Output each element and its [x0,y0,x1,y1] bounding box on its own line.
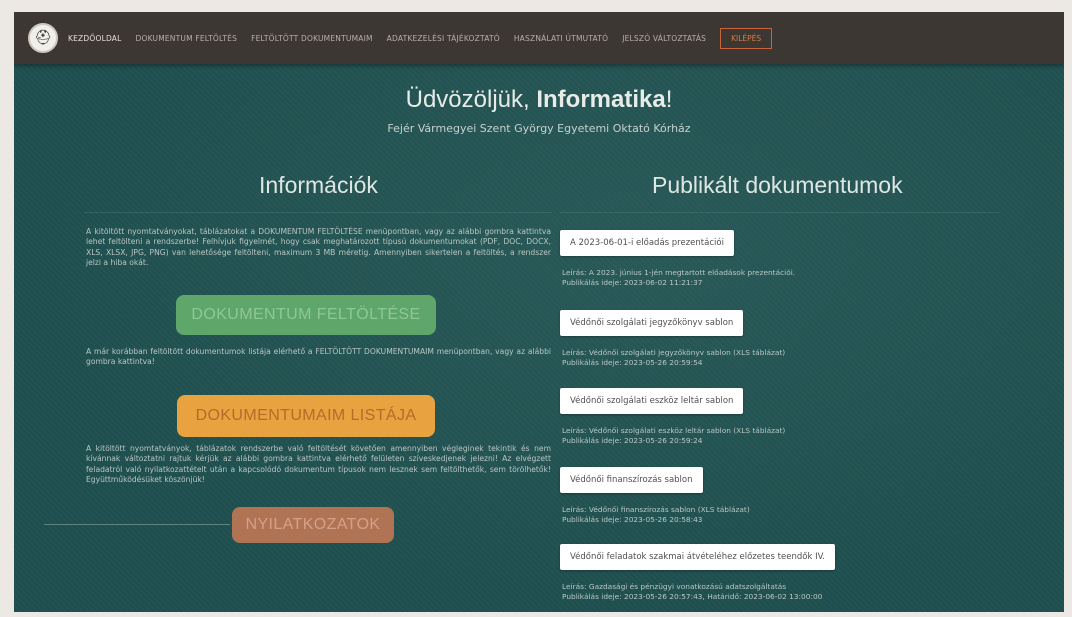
logout-button[interactable]: KILÉPÉS [720,27,773,49]
nav-home[interactable]: KEZDŐOLDAL [68,34,122,43]
institution-name: Fejér Vármegyei Szent György Egyetemi Ok… [387,122,691,135]
info-paragraph-2-wrap: A már korábban feltöltött dokumentumok l… [86,347,551,368]
doc-description: Leírás: Védőnői szolgálati jegyzőkönyv s… [562,348,786,357]
info-paragraph-3: A kitöltött nyomtatványok, táblázatok re… [86,444,551,485]
welcome-username: Informatika [536,86,666,113]
nav-privacy-notice[interactable]: ADATKEZELÉSI TÁJÉKOZTATÓ [387,34,500,43]
info-paragraph-1-wrap: A kitöltött nyomtatványokat, táblázatoka… [86,227,551,269]
nav-change-password[interactable]: JELSZÓ VÁLTOZTATÁS [622,34,706,43]
upload-document-button[interactable]: DOKUMENTUM FELTÖLTÉSE [176,295,436,335]
doc-meta: Leírás: Gazdasági és pénzügyi vonatkozás… [562,582,835,602]
doc-item: Védőnői feladatok szakmai átvételéhez el… [560,544,835,602]
info-section-title: Információk [259,172,378,198]
doc-publish-date: Publikálás ideje: 2023-05-26 20:59:24 [562,435,703,445]
doc-description: Leírás: Gazdasági és pénzügyi vonatkozás… [562,582,787,591]
nav-user-guide[interactable]: HASZNÁLATI ÚTMUTATÓ [514,34,608,43]
welcome-suffix: ! [665,86,673,113]
logo-icon[interactable]: ⛑ [28,23,58,53]
welcome-prefix: Üdvözöljük, [405,86,537,113]
doc-publish-date: Publikálás ideje: 2023-05-26 20:59:54 [562,357,703,367]
doc-description: Leírás: A 2023. június 1-jén megtartott … [562,268,796,277]
doc-publish-date: Publikálás ideje: 2023-05-26 20:58:43 [562,514,703,524]
doc-meta: Leírás: A 2023. június 1-jén megtartott … [562,268,795,288]
doc-description: Leírás: Védőnői finanszírozás sablon (XL… [562,505,750,514]
doc-publish-date: Publikálás ideje: 2023-05-26 20:57:43, H… [562,591,823,601]
info-paragraph-1: A kitöltött nyomtatványokat, táblázatoka… [86,227,551,268]
info-paragraph-3-wrap: A kitöltött nyomtatványok, táblázatok re… [86,444,551,486]
doc-meta: Leírás: Védőnői szolgálati eszköz leltár… [562,426,785,446]
welcome-heading: Üdvözöljük, Informatika! [14,86,1064,114]
doc-item: Védőnői szolgálati jegyzőkönyv sablon Le… [560,310,785,368]
info-paragraph-2: A már korábban feltöltött dokumentumok l… [86,347,551,367]
top-navbar: ⛑ KEZDŐOLDAL DOKUMENTUM FELTÖLTÉS FELTÖL… [14,12,1064,64]
nav-document-upload[interactable]: DOKUMENTUM FELTÖLTÉS [136,34,238,43]
doc-title-link[interactable]: A 2023-06-01-i előadás prezentációi [560,230,734,256]
doc-title-link[interactable]: Védőnői feladatok szakmai átvételéhez el… [560,544,835,570]
doc-title-link[interactable]: Védőnői szolgálati eszköz leltár sablon [560,388,744,414]
nav-uploaded-documents[interactable]: FELTÖLTÖTT DOKUMENTUMAIM [251,34,373,43]
doc-meta: Leírás: Védőnői szolgálati jegyzőkönyv s… [562,348,785,368]
page-frame: ⛑ KEZDŐOLDAL DOKUMENTUM FELTÖLTÉS FELTÖL… [14,12,1064,612]
doc-publish-date: Publikálás ideje: 2023-06-02 11:21:37 [562,277,703,287]
doc-item: Védőnői szolgálati eszköz leltár sablon … [560,388,785,446]
doc-meta: Leírás: Védőnői finanszírozás sablon (XL… [562,505,750,525]
doc-title-link[interactable]: Védőnői finanszírozás sablon [560,467,703,493]
declarations-divider [44,524,230,525]
doc-title-link[interactable]: Védőnői szolgálati jegyzőkönyv sablon [560,310,744,336]
docs-section-title: Publikált dokumentumok [652,172,903,198]
my-documents-list-button[interactable]: DOKUMENTUMAIM LISTÁJA [177,395,435,437]
declarations-button[interactable]: NYILATKOZATOK [232,507,394,543]
info-divider [84,212,552,213]
doc-item: A 2023-06-01-i előadás prezentációi Leír… [560,230,795,288]
docs-divider [560,212,1000,213]
doc-description: Leírás: Védőnői szolgálati eszköz leltár… [562,426,786,435]
doc-item: Védőnői finanszírozás sablon Leírás: Véd… [560,467,750,525]
